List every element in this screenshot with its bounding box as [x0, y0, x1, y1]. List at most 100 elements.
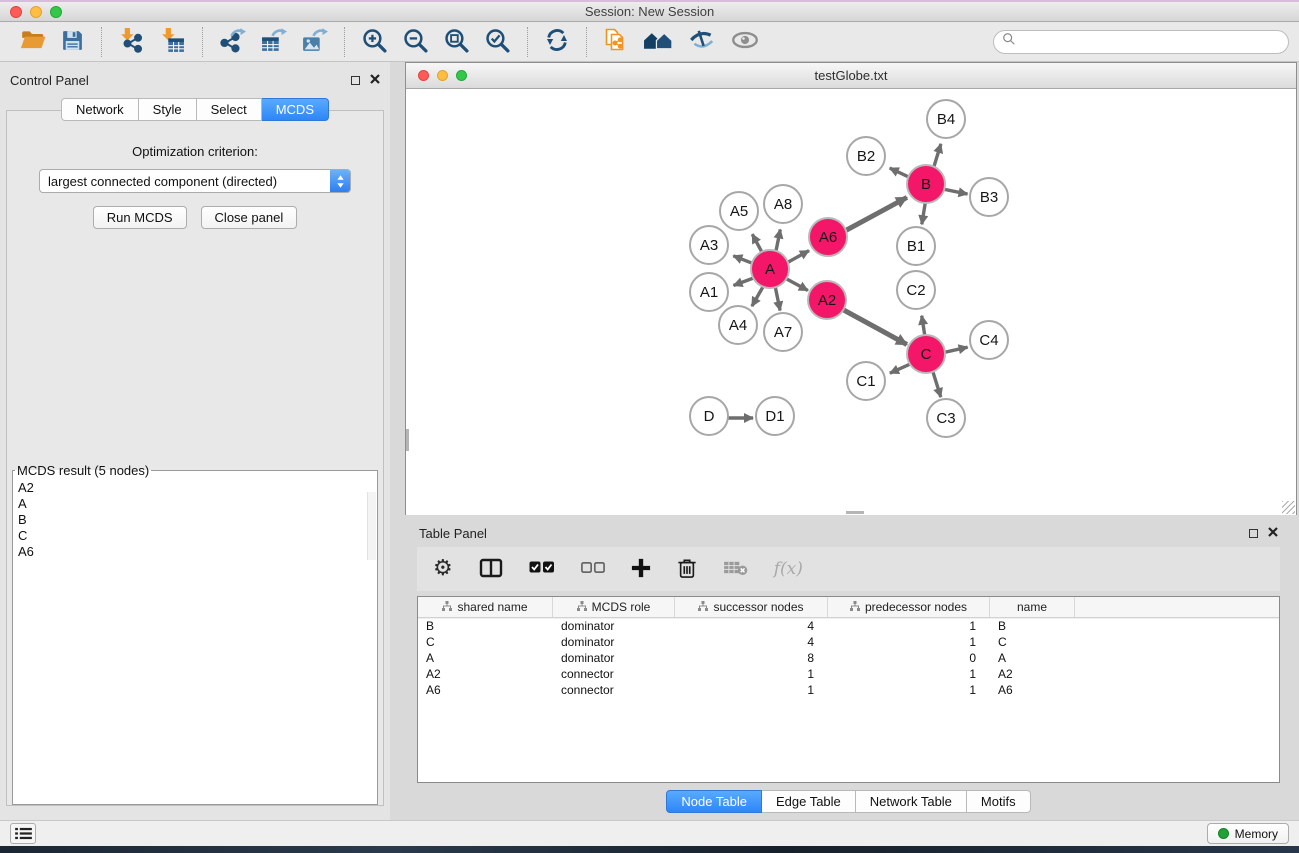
- zoom-out-button[interactable]: [400, 25, 431, 59]
- column-header-shared-name[interactable]: shared name: [418, 597, 553, 617]
- column-header-MCDS-role[interactable]: MCDS role: [553, 597, 675, 617]
- tab-edge-table[interactable]: Edge Table: [762, 790, 856, 813]
- graph-node-C2[interactable]: C2: [896, 270, 936, 310]
- add-column-button[interactable]: [631, 558, 651, 581]
- mcds-result-item[interactable]: A2: [18, 480, 377, 496]
- graph-node-A2[interactable]: A2: [807, 280, 847, 320]
- task-history-button[interactable]: [10, 823, 36, 844]
- network-maximize-button[interactable]: [456, 70, 467, 81]
- toggle-graphics-details-button[interactable]: [686, 24, 718, 59]
- mcds-result-item[interactable]: C: [18, 528, 377, 544]
- float-panel-icon[interactable]: [351, 76, 360, 85]
- column-header-name[interactable]: name: [990, 597, 1075, 617]
- status-bar: Memory: [0, 820, 1299, 846]
- save-session-button[interactable]: [58, 26, 87, 58]
- window-resize-grip[interactable]: [1282, 501, 1295, 514]
- network-close-button[interactable]: [418, 70, 429, 81]
- graph-node-D1[interactable]: D1: [755, 396, 795, 436]
- tab-network[interactable]: Network: [61, 98, 139, 121]
- refresh-button[interactable]: [542, 25, 572, 58]
- table-close-panel-icon[interactable]: [1268, 524, 1278, 542]
- table-settings-button[interactable]: ⚙: [433, 558, 453, 580]
- network-canvas[interactable]: B4 B2 B B3 A8A5 A6 A3 B1 A C2 A1 A2 A4A7 C4 C C1 C3 D D1: [406, 89, 1296, 515]
- graph-node-C1[interactable]: C1: [846, 361, 886, 401]
- result-scrollbar[interactable]: [367, 492, 376, 560]
- tab-motifs[interactable]: Motifs: [967, 790, 1031, 813]
- minimize-window-button[interactable]: [30, 6, 42, 18]
- network-minimize-button[interactable]: [437, 70, 448, 81]
- graph-node-A3[interactable]: A3: [689, 225, 729, 265]
- graph-node-B[interactable]: B: [906, 164, 946, 204]
- close-window-button[interactable]: [10, 6, 22, 18]
- graph-node-C4[interactable]: C4: [969, 320, 1009, 360]
- mcds-result-item[interactable]: A: [18, 496, 377, 512]
- graph-node-A6[interactable]: A6: [808, 217, 848, 257]
- canvas-vscroll-thumb[interactable]: [406, 429, 409, 451]
- select-all-button[interactable]: [529, 561, 555, 577]
- zoom-selected-button[interactable]: [482, 25, 513, 59]
- table-cell: 0: [828, 650, 990, 666]
- import-table-button[interactable]: [157, 25, 188, 59]
- criterion-dropdown[interactable]: largest connected component (directed): [39, 169, 351, 193]
- function-builder-button[interactable]: f(x): [774, 559, 803, 579]
- open-session-button[interactable]: [18, 25, 48, 58]
- table-row[interactable]: Bdominator41B: [418, 618, 1279, 634]
- home-button[interactable]: [641, 26, 676, 58]
- graph-node-A7[interactable]: A7: [763, 312, 803, 352]
- graph-node-B4[interactable]: B4: [926, 99, 966, 139]
- dropdown-stepper-icon: [330, 170, 350, 192]
- control-panel-tabs: Network Style Select MCDS: [0, 98, 390, 121]
- table-row[interactable]: A2connector11A2: [418, 666, 1279, 682]
- canvas-hscroll-thumb[interactable]: [846, 511, 864, 514]
- optimization-criterion-label: Optimization criterion:: [132, 144, 258, 159]
- graph-node-A4[interactable]: A4: [718, 305, 758, 345]
- close-panel-icon[interactable]: [370, 71, 380, 89]
- delete-table-button[interactable]: [723, 559, 748, 579]
- toolbar-separator: [202, 27, 203, 57]
- graph-node-C[interactable]: C: [906, 334, 946, 374]
- graph-node-B1[interactable]: B1: [896, 226, 936, 266]
- export-network-button[interactable]: [217, 25, 248, 59]
- graph-node-A1[interactable]: A1: [689, 272, 729, 312]
- close-panel-button[interactable]: Close panel: [201, 206, 298, 229]
- deselect-all-button[interactable]: [581, 562, 605, 577]
- node-table[interactable]: shared nameMCDS rolesuccessor nodesprede…: [417, 596, 1280, 783]
- graph-node-A[interactable]: A: [750, 249, 790, 289]
- mcds-result-item[interactable]: B: [18, 512, 377, 528]
- memory-button[interactable]: Memory: [1207, 823, 1289, 844]
- control-panel-title: Control Panel: [10, 73, 89, 88]
- graph-node-A5[interactable]: A5: [719, 191, 759, 231]
- graph-node-C3[interactable]: C3: [926, 398, 966, 438]
- zoom-fit-button[interactable]: [441, 25, 472, 59]
- table-cell: B: [990, 618, 1075, 634]
- tab-style[interactable]: Style: [139, 98, 197, 121]
- table-panel: Table Panel ⚙f(x) shared nameMCDS rolesu…: [405, 520, 1292, 820]
- graph-node-D[interactable]: D: [689, 396, 729, 436]
- mcds-result-item[interactable]: A6: [18, 544, 377, 560]
- graph-node-B3[interactable]: B3: [969, 177, 1009, 217]
- zoom-in-button[interactable]: [359, 25, 390, 59]
- show-hide-button[interactable]: [728, 25, 762, 58]
- export-table-button[interactable]: [258, 25, 289, 59]
- run-mcds-button[interactable]: Run MCDS: [93, 206, 187, 229]
- table-float-panel-icon[interactable]: [1249, 529, 1258, 538]
- tab-mcds[interactable]: MCDS: [262, 98, 329, 121]
- column-header-successor-nodes[interactable]: successor nodes: [675, 597, 828, 617]
- import-network-button[interactable]: [116, 25, 147, 59]
- export-image-button[interactable]: [299, 25, 330, 59]
- graph-node-B2[interactable]: B2: [846, 136, 886, 176]
- tab-node-table[interactable]: Node Table: [666, 790, 762, 813]
- search-input[interactable]: [1020, 34, 1280, 49]
- tab-network-table[interactable]: Network Table: [856, 790, 967, 813]
- graph-node-A8[interactable]: A8: [763, 184, 803, 224]
- table-row[interactable]: Adominator80A: [418, 650, 1279, 666]
- table-settings-icon: ⚙: [433, 558, 453, 580]
- delete-column-button[interactable]: [677, 557, 697, 582]
- table-row[interactable]: A6connector11A6: [418, 682, 1279, 698]
- table-row[interactable]: Cdominator41C: [418, 634, 1279, 650]
- column-header-predecessor-nodes[interactable]: predecessor nodes: [828, 597, 990, 617]
- network-document-button[interactable]: [601, 25, 631, 58]
- toggle-column-view-button[interactable]: [479, 558, 503, 581]
- tab-select[interactable]: Select: [197, 98, 262, 121]
- fullscreen-window-button[interactable]: [50, 6, 62, 18]
